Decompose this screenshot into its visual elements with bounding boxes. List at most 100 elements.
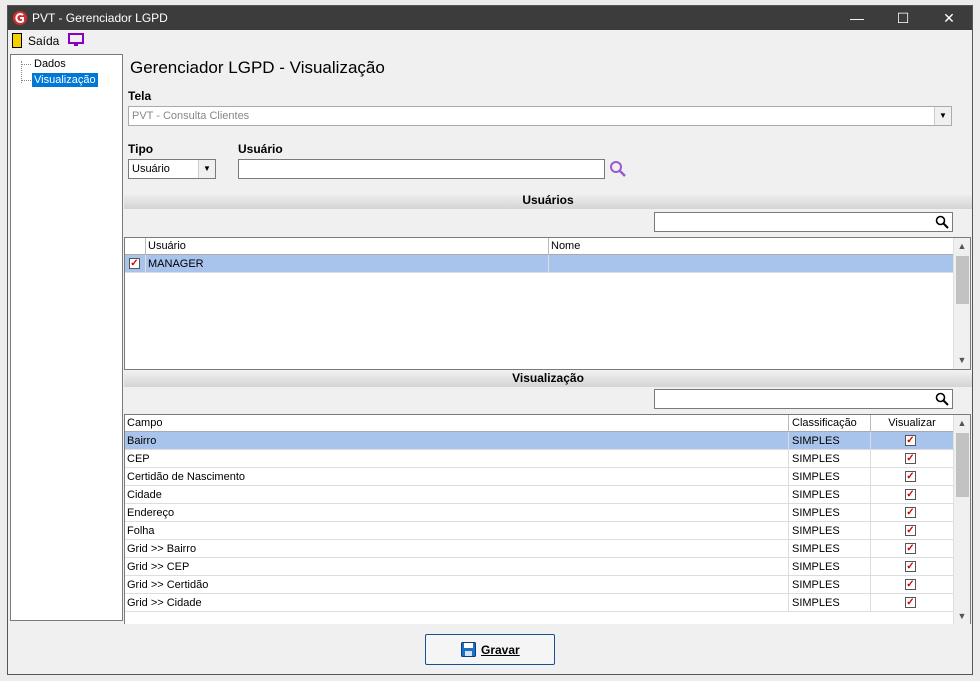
nome-cell[interactable] [549, 255, 954, 273]
classificacao-cell[interactable]: SIMPLES [789, 540, 871, 558]
exit-door-icon[interactable] [12, 33, 22, 48]
close-button[interactable]: ✕ [926, 6, 972, 30]
monitor-icon[interactable] [68, 33, 84, 47]
floppy-disk-icon [461, 642, 476, 657]
visualizar-cell[interactable]: ✓ [871, 540, 954, 558]
campo-cell[interactable]: CEP [125, 450, 789, 468]
tela-value: PVT - Consulta Clientes [132, 110, 250, 122]
table-row[interactable]: Bairro SIMPLES ✓ [125, 432, 954, 450]
visualizar-checkbox[interactable]: ✓ [905, 471, 916, 482]
title-bar[interactable]: PVT - Gerenciador LGPD — ☐ ✕ [8, 6, 972, 30]
app-window: PVT - Gerenciador LGPD — ☐ ✕ Saída Dados… [7, 5, 973, 675]
scroll-thumb[interactable] [956, 433, 969, 497]
visualizar-cell[interactable]: ✓ [871, 594, 954, 612]
campo-cell[interactable]: Grid >> Cidade [125, 594, 789, 612]
campo-cell[interactable]: Cidade [125, 486, 789, 504]
scroll-thumb[interactable] [956, 256, 969, 304]
classificacao-cell[interactable]: SIMPLES [789, 504, 871, 522]
gravar-button[interactable]: Gravar [425, 634, 555, 665]
tela-select[interactable]: PVT - Consulta Clientes ▼ [128, 106, 952, 126]
campo-cell[interactable]: Grid >> CEP [125, 558, 789, 576]
visualizacao-scrollbar[interactable]: ▲ ▼ [953, 415, 970, 625]
visualizar-cell[interactable]: ✓ [871, 450, 954, 468]
scroll-up-icon[interactable]: ▲ [954, 238, 970, 254]
campo-cell[interactable]: Endereço [125, 504, 789, 522]
visualizacao-search-input[interactable] [654, 389, 953, 409]
row-check-cell[interactable]: ✓ [125, 255, 146, 273]
search-icon[interactable] [609, 160, 627, 178]
classificacao-cell[interactable]: SIMPLES [789, 486, 871, 504]
page-title: Gerenciador LGPD - Visualização [130, 58, 385, 77]
search-icon[interactable] [935, 215, 949, 229]
table-row[interactable]: Certidão de Nascimento SIMPLES ✓ [125, 468, 954, 486]
table-header: Campo Classificação Visualizar [125, 415, 954, 432]
visualizar-checkbox[interactable]: ✓ [905, 435, 916, 446]
visualizar-cell[interactable]: ✓ [871, 558, 954, 576]
scroll-down-icon[interactable]: ▼ [954, 352, 970, 368]
usuarios-search-input[interactable] [654, 212, 953, 232]
campo-cell[interactable]: Bairro [125, 432, 789, 450]
visualizar-checkbox[interactable]: ✓ [905, 507, 916, 518]
campo-cell[interactable]: Grid >> Certidão [125, 576, 789, 594]
menu-bar: Saída [8, 30, 972, 52]
visualizar-cell[interactable]: ✓ [871, 486, 954, 504]
tipo-select[interactable]: Usuário ▼ [128, 159, 216, 179]
visualizar-cell[interactable]: ✓ [871, 504, 954, 522]
table-row[interactable]: Grid >> Bairro SIMPLES ✓ [125, 540, 954, 558]
column-header-classificacao[interactable]: Classificação [789, 415, 871, 432]
visualizar-checkbox[interactable]: ✓ [905, 489, 916, 500]
campo-cell[interactable]: Grid >> Bairro [125, 540, 789, 558]
classificacao-cell[interactable]: SIMPLES [789, 468, 871, 486]
tipo-label: Tipo [128, 142, 154, 156]
usuario-cell[interactable]: MANAGER [146, 255, 549, 273]
search-icon[interactable] [935, 392, 949, 406]
visualizacao-table: Campo Classificação Visualizar Bairro SIM… [124, 414, 971, 626]
classificacao-cell[interactable]: SIMPLES [789, 576, 871, 594]
visualizacao-section-header: Visualização [124, 370, 972, 387]
scroll-up-icon[interactable]: ▲ [954, 415, 970, 431]
tree-connector [21, 64, 31, 65]
chevron-down-icon: ▼ [198, 160, 215, 178]
table-row[interactable]: Grid >> Certidão SIMPLES ✓ [125, 576, 954, 594]
maximize-button[interactable]: ☐ [880, 6, 926, 30]
usuario-label: Usuário [238, 142, 283, 156]
classificacao-cell[interactable]: SIMPLES [789, 450, 871, 468]
visualizar-checkbox[interactable]: ✓ [905, 579, 916, 590]
visualizar-cell[interactable]: ✓ [871, 432, 954, 450]
column-header-visualizar[interactable]: Visualizar [871, 415, 954, 432]
table-row[interactable]: Grid >> Cidade SIMPLES ✓ [125, 594, 954, 612]
usuarios-scrollbar[interactable]: ▲ ▼ [953, 238, 970, 369]
classificacao-cell[interactable]: SIMPLES [789, 558, 871, 576]
visualizar-cell[interactable]: ✓ [871, 522, 954, 540]
minimize-button[interactable]: — [834, 6, 880, 30]
visualizar-checkbox[interactable]: ✓ [905, 525, 916, 536]
app-logo-icon [13, 11, 27, 25]
column-header-campo[interactable]: Campo [125, 415, 789, 432]
tree-item-visualizacao[interactable]: Visualização [32, 73, 98, 87]
tree-item-dados[interactable]: Dados [32, 57, 68, 71]
exit-menu-item[interactable]: Saída [28, 34, 59, 48]
classificacao-cell[interactable]: SIMPLES [789, 594, 871, 612]
table-row[interactable]: Grid >> CEP SIMPLES ✓ [125, 558, 954, 576]
visualizar-checkbox[interactable]: ✓ [905, 453, 916, 464]
checkbox[interactable]: ✓ [129, 258, 140, 269]
visualizar-cell[interactable]: ✓ [871, 576, 954, 594]
visualizar-checkbox[interactable]: ✓ [905, 543, 916, 554]
classificacao-cell[interactable]: SIMPLES [789, 522, 871, 540]
visualizar-checkbox[interactable]: ✓ [905, 597, 916, 608]
visualizar-checkbox[interactable]: ✓ [905, 561, 916, 572]
tipo-value: Usuário [132, 163, 170, 175]
table-row[interactable]: Folha SIMPLES ✓ [125, 522, 954, 540]
usuario-input[interactable] [238, 159, 605, 179]
scroll-down-icon[interactable]: ▼ [954, 608, 970, 624]
column-header-nome[interactable]: Nome [549, 238, 954, 255]
table-row[interactable]: CEP SIMPLES ✓ [125, 450, 954, 468]
visualizar-cell[interactable]: ✓ [871, 468, 954, 486]
table-row[interactable]: Cidade SIMPLES ✓ [125, 486, 954, 504]
classificacao-cell[interactable]: SIMPLES [789, 432, 871, 450]
campo-cell[interactable]: Certidão de Nascimento [125, 468, 789, 486]
column-header-usuario[interactable]: Usuário [146, 238, 549, 255]
table-row[interactable]: Endereço SIMPLES ✓ [125, 504, 954, 522]
campo-cell[interactable]: Folha [125, 522, 789, 540]
table-row[interactable]: ✓ MANAGER [125, 255, 954, 273]
